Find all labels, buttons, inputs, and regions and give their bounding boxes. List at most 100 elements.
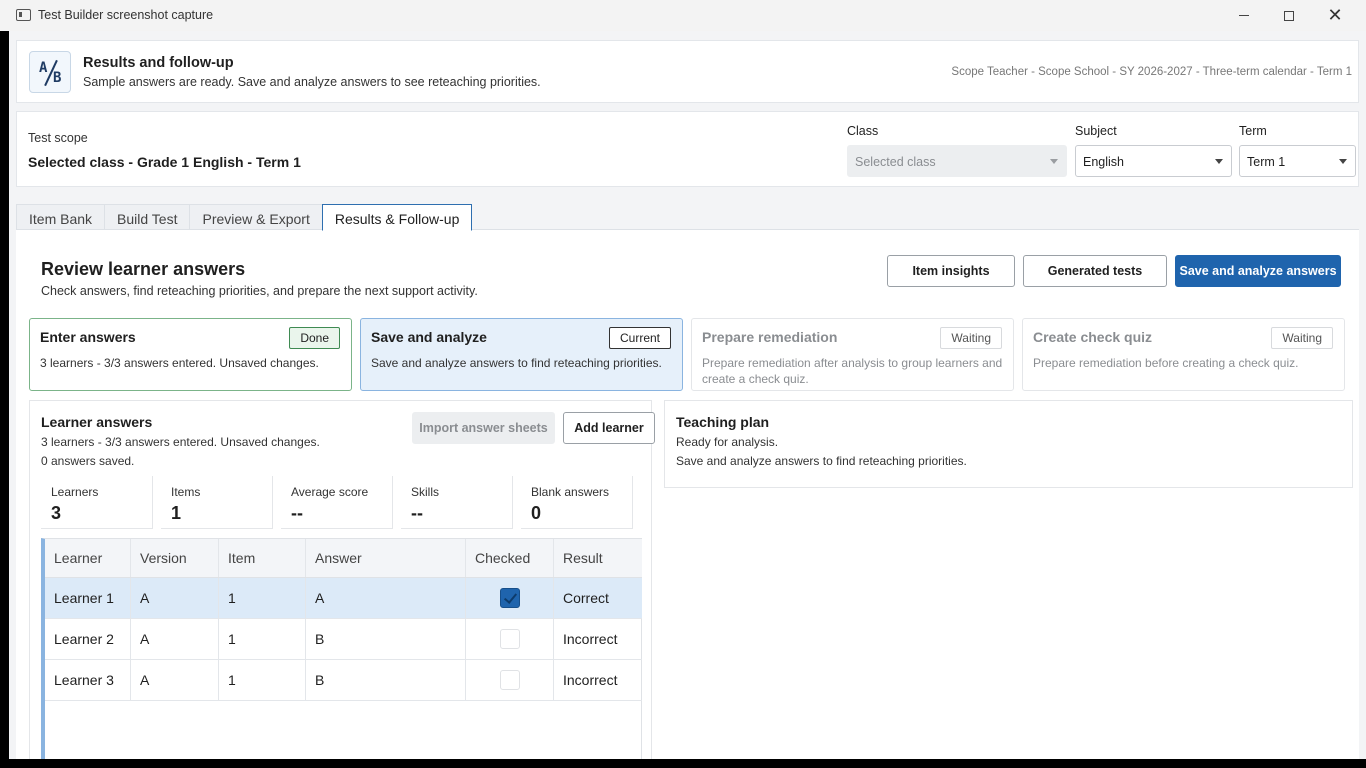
stat-value: 1: [171, 503, 182, 523]
checked-checkbox[interactable]: [499, 588, 520, 608]
generated-tests-button[interactable]: Generated tests: [1023, 255, 1167, 287]
table-row[interactable]: Learner 1 A 1 A Correct: [45, 578, 642, 619]
scope-meta: Scope Teacher - Scope School - SY 2026-2…: [951, 66, 1352, 78]
teaching-plan-hint: Save and analyze answers to find reteach…: [676, 454, 967, 468]
maximize-icon: [1284, 10, 1294, 21]
stat-label: Items: [171, 485, 201, 499]
cell-checked: [466, 619, 554, 659]
close-icon: ✕: [1327, 5, 1343, 25]
tab-results-follow-up[interactable]: Results & Follow-up: [321, 204, 473, 231]
cell-item: 1: [219, 619, 306, 659]
table-row[interactable]: Learner 3 A 1 B Incorrect: [45, 660, 642, 701]
teaching-plan-title: Teaching plan: [676, 414, 770, 430]
subject-select-value: English: [1083, 155, 1124, 169]
cell-version: A: [131, 660, 219, 700]
step-create-check-quiz: Create check quiz Waiting Prepare remedi…: [1022, 318, 1345, 391]
step-description: Save and analyze answers to find reteach…: [371, 356, 662, 370]
column-header-checked[interactable]: Checked: [466, 539, 554, 577]
cell-version: A: [131, 619, 219, 659]
step-description: Prepare remediation before creating a ch…: [1033, 356, 1299, 370]
column-header-learner[interactable]: Learner: [45, 539, 131, 577]
teaching-plan-panel: Teaching plan Ready for analysis. Save a…: [664, 400, 1353, 488]
term-select-value: Term 1: [1247, 155, 1286, 169]
learner-answers-title: Learner answers: [41, 414, 153, 430]
stat-value: --: [411, 503, 423, 523]
answers-grid: Learner Version Item Answer Checked Resu…: [41, 538, 642, 759]
results-content: Review learner answers Check answers, fi…: [16, 229, 1359, 759]
cell-learner: Learner 2: [45, 619, 131, 659]
term-label: Term: [1239, 124, 1267, 138]
cell-answer[interactable]: A: [306, 578, 466, 618]
window-titlebar: Test Builder screenshot capture ✕: [0, 0, 1366, 31]
cell-checked: [466, 660, 554, 700]
minimize-button[interactable]: [1221, 0, 1267, 31]
step-title: Prepare remediation: [702, 329, 838, 345]
class-select-value: Selected class: [855, 155, 936, 169]
checked-checkbox[interactable]: [499, 670, 520, 690]
step-title: Create check quiz: [1033, 329, 1153, 345]
page-title: Results and follow-up: [83, 55, 234, 71]
maximize-button[interactable]: [1266, 0, 1312, 31]
class-select[interactable]: Selected class: [847, 145, 1067, 177]
scope-panel: Test scope Selected class - Grade 1 Engl…: [16, 111, 1359, 187]
cell-result: Correct: [563, 590, 609, 606]
cell-item: 1: [219, 660, 306, 700]
stat-learners: Learners 3: [41, 476, 153, 529]
tab-bar: Item Bank Build Test Preview & Export Re…: [16, 204, 473, 231]
learner-answers-panel: Learner answers 3 learners - 3/3 answers…: [29, 400, 655, 759]
cell-answer[interactable]: B: [306, 619, 466, 659]
stat-value: 0: [531, 503, 542, 523]
table-row[interactable]: Learner 2 A 1 B Incorrect: [45, 619, 642, 660]
stat-value: --: [291, 503, 303, 523]
tab-item-bank[interactable]: Item Bank: [16, 204, 106, 230]
stat-skills: Skills --: [401, 476, 513, 529]
add-learner-button[interactable]: Add learner: [563, 412, 655, 444]
column-header-answer[interactable]: Answer: [306, 539, 466, 577]
cell-version: A: [131, 578, 219, 618]
teaching-plan-status: Ready for analysis.: [676, 435, 779, 449]
test-scope-value: Selected class - Grade 1 English - Term …: [28, 154, 301, 170]
grid-header-row: Learner Version Item Answer Checked Resu…: [45, 539, 642, 578]
class-label: Class: [847, 124, 879, 138]
term-select[interactable]: Term 1: [1239, 145, 1356, 177]
stat-label: Blank answers: [531, 485, 610, 499]
minimize-icon: [1239, 15, 1249, 16]
stat-average-score: Average score --: [281, 476, 393, 529]
checked-checkbox[interactable]: [499, 629, 520, 649]
chevron-down-icon: [1050, 159, 1058, 164]
step-enter-answers[interactable]: Enter answers Done 3 learners - 3/3 answ…: [29, 318, 352, 391]
close-button[interactable]: ✕: [1312, 0, 1358, 31]
column-header-item[interactable]: Item: [219, 539, 306, 577]
subject-select[interactable]: English: [1075, 145, 1232, 177]
save-analyze-button[interactable]: Save and analyze answers: [1175, 255, 1341, 287]
learner-answers-saved: 0 answers saved.: [41, 454, 135, 468]
tab-build-test[interactable]: Build Test: [104, 204, 191, 230]
cell-answer[interactable]: B: [306, 660, 466, 700]
window-title: Test Builder screenshot capture: [38, 8, 214, 22]
step-description: Prepare remediation after analysis to gr…: [702, 356, 1003, 386]
review-subtitle: Check answers, find reteaching prioritie…: [41, 284, 478, 298]
chevron-down-icon: [1215, 159, 1223, 164]
status-badge: Done: [289, 327, 340, 349]
cell-checked: [466, 578, 554, 618]
column-header-result[interactable]: Result: [554, 539, 642, 577]
step-save-analyze[interactable]: Save and analyze Current Save and analyz…: [360, 318, 683, 391]
cell-learner: Learner 3: [45, 660, 131, 700]
step-title: Save and analyze: [371, 329, 487, 345]
header-panel: AB Results and follow-up Sample answers …: [16, 40, 1359, 103]
stat-label: Learners: [51, 485, 99, 499]
learner-answers-status: 3 learners - 3/3 answers entered. Unsave…: [41, 435, 320, 449]
step-prepare-remediation: Prepare remediation Waiting Prepare reme…: [691, 318, 1014, 391]
status-badge: Waiting: [1271, 327, 1333, 349]
cell-learner: Learner 1: [45, 578, 131, 618]
tab-preview-export[interactable]: Preview & Export: [189, 204, 323, 230]
item-insights-button[interactable]: Item insights: [887, 255, 1015, 287]
page-subtitle: Sample answers are ready. Save and analy…: [83, 75, 541, 89]
cell-item: 1: [219, 578, 306, 618]
chevron-down-icon: [1339, 159, 1347, 164]
cell-result: Incorrect: [563, 672, 618, 688]
stat-value: 3: [51, 503, 62, 523]
status-badge: Waiting: [940, 327, 1002, 349]
import-answer-sheets-button[interactable]: Import answer sheets: [412, 412, 555, 444]
column-header-version[interactable]: Version: [131, 539, 219, 577]
